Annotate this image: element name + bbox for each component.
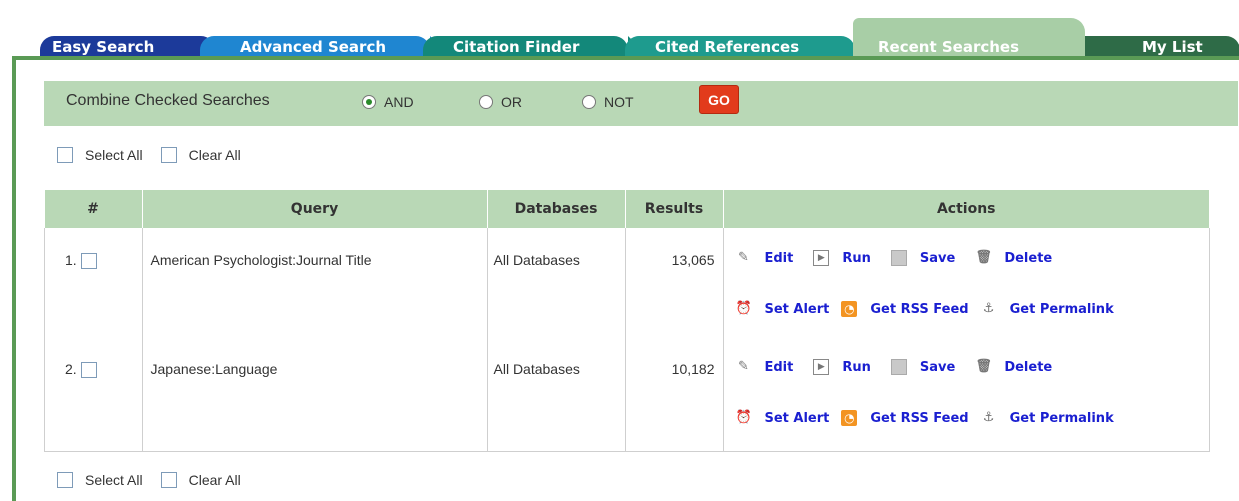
rss-feed-link[interactable]: Get RSS Feed <box>870 302 968 317</box>
combine-label: Combine Checked Searches <box>66 92 270 109</box>
anchor-icon: ⚓ <box>982 410 995 425</box>
select-all-label[interactable]: Select All <box>85 147 143 163</box>
select-all-label[interactable]: Select All <box>85 472 143 488</box>
permalink-link[interactable]: Get Permalink <box>1010 411 1114 426</box>
go-button[interactable]: GO <box>699 85 739 114</box>
set-alert-link[interactable]: Set Alert <box>765 302 830 317</box>
play-icon: ▶ <box>813 250 830 266</box>
select-all-checkbox[interactable] <box>57 147 73 163</box>
col-header-query: Query <box>142 190 488 228</box>
row-num-cell: 2. <box>44 343 143 452</box>
radio-circle[interactable] <box>582 95 596 109</box>
rss-icon: ◔ <box>841 301 858 317</box>
col-header-actions: Actions <box>723 190 1210 228</box>
trash-icon: 🗑 <box>975 359 992 374</box>
actions-cell: ✎ Edit ▶ Run Save 🗑 Delete ⏰ Set Alert ◔ Get … <box>722 343 1210 452</box>
clear-all-checkbox[interactable] <box>160 472 177 488</box>
pencil-icon: ✎ <box>738 250 749 265</box>
radio-not[interactable]: NOT <box>582 94 634 110</box>
query-cell: American Psychologist:Journal Title <box>141 228 488 343</box>
row-num-cell: 1. <box>44 228 143 343</box>
recent-searches-table: # Query Databases Results Actions 1. Ame… <box>44 190 1210 452</box>
select-all-checkbox[interactable] <box>57 472 73 488</box>
pencil-icon: ✎ <box>738 359 749 374</box>
clear-all-label[interactable]: Clear All <box>189 472 241 488</box>
edit-link[interactable]: Edit <box>765 360 794 375</box>
tab-recent-searches[interactable]: Recent Searches <box>853 18 1085 58</box>
table-row: 2. Japanese:Language All Databases 10,18… <box>44 343 1210 452</box>
databases-cell: All Databases <box>486 228 626 343</box>
tab-citation-finder[interactable]: Citation Finder <box>423 36 650 58</box>
run-link[interactable]: Run <box>842 251 871 266</box>
save-disk-icon <box>890 250 907 266</box>
results-cell: 13,065 <box>624 228 724 343</box>
edit-link[interactable]: Edit <box>765 251 794 266</box>
radio-and[interactable]: AND <box>362 94 414 110</box>
play-icon: ▶ <box>813 359 830 375</box>
rss-feed-link[interactable]: Get RSS Feed <box>870 411 968 426</box>
row-checkbox[interactable] <box>80 362 97 379</box>
alarm-clock-icon: ⏰ <box>735 301 752 316</box>
delete-link[interactable]: Delete <box>1004 251 1052 266</box>
actions-cell: ✎ Edit ▶ Run Save 🗑 Delete ⏰ Set Alert ◔ Get … <box>722 228 1210 343</box>
radio-or[interactable]: OR <box>479 94 522 110</box>
run-link[interactable]: Run <box>842 360 871 375</box>
delete-link[interactable]: Delete <box>1004 360 1052 375</box>
permalink-link[interactable]: Get Permalink <box>1010 302 1114 317</box>
results-cell: 10,182 <box>624 343 724 452</box>
rss-icon: ◔ <box>841 410 858 426</box>
table-row: 1. American Psychologist:Journal Title A… <box>44 228 1210 343</box>
tab-my-list[interactable]: My List <box>1070 36 1239 58</box>
databases-cell: All Databases <box>486 343 626 452</box>
radio-circle[interactable] <box>362 95 376 109</box>
select-bar-top: Select All Clear All <box>57 147 241 163</box>
combine-searches-bar: Combine Checked Searches AND OR NOT GO <box>44 81 1238 126</box>
query-cell: Japanese:Language <box>141 343 488 452</box>
tab-cited-references[interactable]: Cited References <box>625 36 877 58</box>
trash-icon: 🗑 <box>975 250 992 265</box>
save-disk-icon <box>890 359 907 375</box>
save-link[interactable]: Save <box>920 360 955 375</box>
anchor-icon: ⚓ <box>982 301 995 316</box>
tab-easy-search[interactable]: Easy Search <box>40 36 237 58</box>
col-header-databases: Databases <box>487 190 626 228</box>
set-alert-link[interactable]: Set Alert <box>765 411 830 426</box>
row-checkbox[interactable] <box>80 253 97 270</box>
radio-circle[interactable] <box>479 95 493 109</box>
alarm-clock-icon: ⏰ <box>735 410 752 425</box>
clear-all-checkbox[interactable] <box>160 147 177 163</box>
col-header-num: # <box>44 190 143 228</box>
tab-advanced-search[interactable]: Advanced Search <box>200 36 452 58</box>
save-link[interactable]: Save <box>920 251 955 266</box>
col-header-results: Results <box>625 190 724 228</box>
clear-all-label[interactable]: Clear All <box>189 147 241 163</box>
search-tabs: Easy Search Advanced Search Citation Fin… <box>40 18 1239 58</box>
select-bar-bottom: Select All Clear All <box>57 472 241 488</box>
